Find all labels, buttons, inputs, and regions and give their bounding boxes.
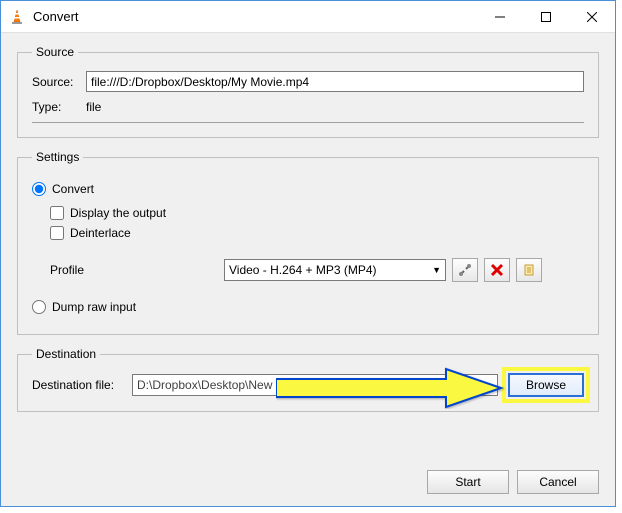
settings-group: Settings Convert Display the output Dein…: [17, 150, 599, 335]
deinterlace-checkbox[interactable]: [50, 226, 64, 240]
settings-legend: Settings: [32, 150, 83, 164]
destination-group: Destination Destination file: Browse: [17, 347, 599, 412]
close-icon: [587, 12, 597, 22]
display-output-checkbox[interactable]: [50, 206, 64, 220]
type-label: Type:: [32, 100, 86, 114]
type-value: file: [86, 98, 584, 116]
document-icon: [522, 263, 536, 277]
convert-dialog: Convert Source Source: Type: file: [0, 0, 616, 507]
deinterlace-row[interactable]: Deinterlace: [50, 226, 584, 240]
dialog-buttons: Start Cancel: [1, 464, 615, 506]
display-output-row[interactable]: Display the output: [50, 206, 584, 220]
delete-profile-button[interactable]: [484, 258, 510, 282]
dialog-content: Source Source: Type: file Settings Conve…: [1, 33, 615, 464]
close-button[interactable]: [569, 1, 615, 32]
destination-file-input[interactable]: [132, 374, 498, 396]
new-profile-button[interactable]: [516, 258, 542, 282]
titlebar: Convert: [1, 1, 615, 33]
minimize-icon: [495, 12, 505, 22]
browse-button[interactable]: Browse: [508, 373, 584, 397]
destination-file-label: Destination file:: [32, 378, 132, 392]
window-controls: [477, 1, 615, 32]
convert-radio-label: Convert: [52, 182, 94, 196]
deinterlace-label: Deinterlace: [70, 226, 131, 240]
source-legend: Source: [32, 45, 78, 59]
source-group: Source Source: Type: file: [17, 45, 599, 138]
profile-selected: Video - H.264 + MP3 (MP4): [229, 263, 432, 277]
maximize-button[interactable]: [523, 1, 569, 32]
display-output-label: Display the output: [70, 206, 166, 220]
wrench-icon: [458, 263, 472, 277]
vlc-cone-icon: [9, 9, 25, 25]
edit-profile-button[interactable]: [452, 258, 478, 282]
start-button[interactable]: Start: [427, 470, 509, 494]
dump-radio-row[interactable]: Dump raw input: [32, 300, 584, 314]
cancel-button[interactable]: Cancel: [517, 470, 599, 494]
minimize-button[interactable]: [477, 1, 523, 32]
dump-radio[interactable]: [32, 300, 46, 314]
profile-label: Profile: [50, 263, 224, 277]
convert-radio[interactable]: [32, 182, 46, 196]
destination-legend: Destination: [32, 347, 100, 361]
profile-select[interactable]: Video - H.264 + MP3 (MP4) ▼: [224, 259, 446, 281]
source-input[interactable]: [86, 71, 584, 92]
delete-x-icon: [490, 263, 504, 277]
convert-radio-row[interactable]: Convert: [32, 182, 584, 196]
chevron-down-icon: ▼: [432, 265, 441, 275]
maximize-icon: [541, 12, 551, 22]
window-title: Convert: [33, 9, 477, 24]
dump-radio-label: Dump raw input: [52, 300, 136, 314]
source-label: Source:: [32, 75, 86, 89]
